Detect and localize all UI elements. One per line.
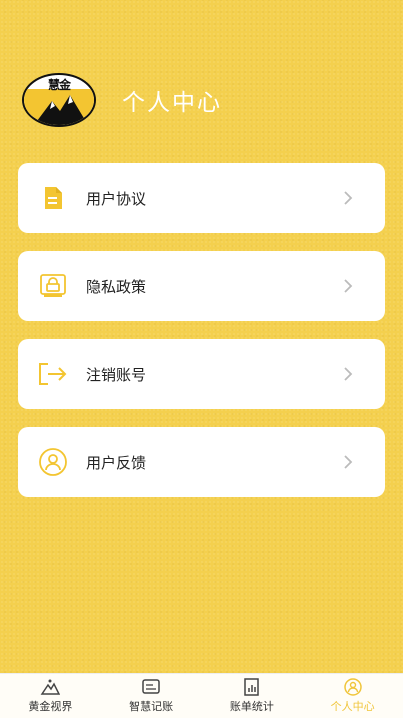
lock-icon (38, 271, 68, 301)
avatar-logo-text: 慧金 (47, 78, 71, 92)
mountain-icon (40, 679, 61, 695)
profile-header: 慧金 个人中心 (22, 73, 222, 127)
chevron-right-icon (344, 455, 353, 469)
chevron-right-icon (344, 191, 353, 205)
menu-item-label: 用户反馈 (86, 453, 147, 472)
chevron-right-icon (344, 367, 353, 381)
tab-label: 账单统计 (229, 700, 274, 713)
menu-item-delete-account[interactable]: 注销账号 (18, 339, 385, 409)
tab-smart-ledger[interactable]: 智慧记账 (101, 674, 202, 718)
document-icon (38, 183, 68, 213)
ledger-icon (142, 679, 160, 694)
chevron-right-icon (344, 279, 353, 293)
bottom-tab-bar: 黄金视界 智慧记账 账单统计 个人中心 (0, 673, 403, 718)
tab-label: 黄金视界 (28, 700, 73, 713)
settings-menu: 用户协议 隐私政策 注销账号 用户反馈 (18, 163, 385, 515)
menu-item-label: 用户协议 (86, 189, 147, 208)
bill-stats-icon (244, 678, 259, 696)
tab-gold-vision[interactable]: 黄金视界 (0, 674, 101, 718)
tab-label: 个人中心 (330, 700, 375, 713)
tab-bill-statistics[interactable]: 账单统计 (202, 674, 303, 718)
avatar[interactable]: 慧金 (22, 73, 96, 127)
menu-item-privacy-policy[interactable]: 隐私政策 (18, 251, 385, 321)
logout-icon (38, 359, 68, 389)
menu-item-user-feedback[interactable]: 用户反馈 (18, 427, 385, 497)
tab-profile-center[interactable]: 个人中心 (302, 674, 403, 718)
user-feedback-icon (38, 447, 68, 477)
profile-icon (343, 678, 362, 696)
page-title: 个人中心 (122, 90, 222, 116)
menu-item-label: 注销账号 (86, 365, 147, 384)
tab-label: 智慧记账 (129, 700, 174, 713)
menu-item-user-agreement[interactable]: 用户协议 (18, 163, 385, 233)
menu-item-label: 隐私政策 (86, 277, 147, 296)
